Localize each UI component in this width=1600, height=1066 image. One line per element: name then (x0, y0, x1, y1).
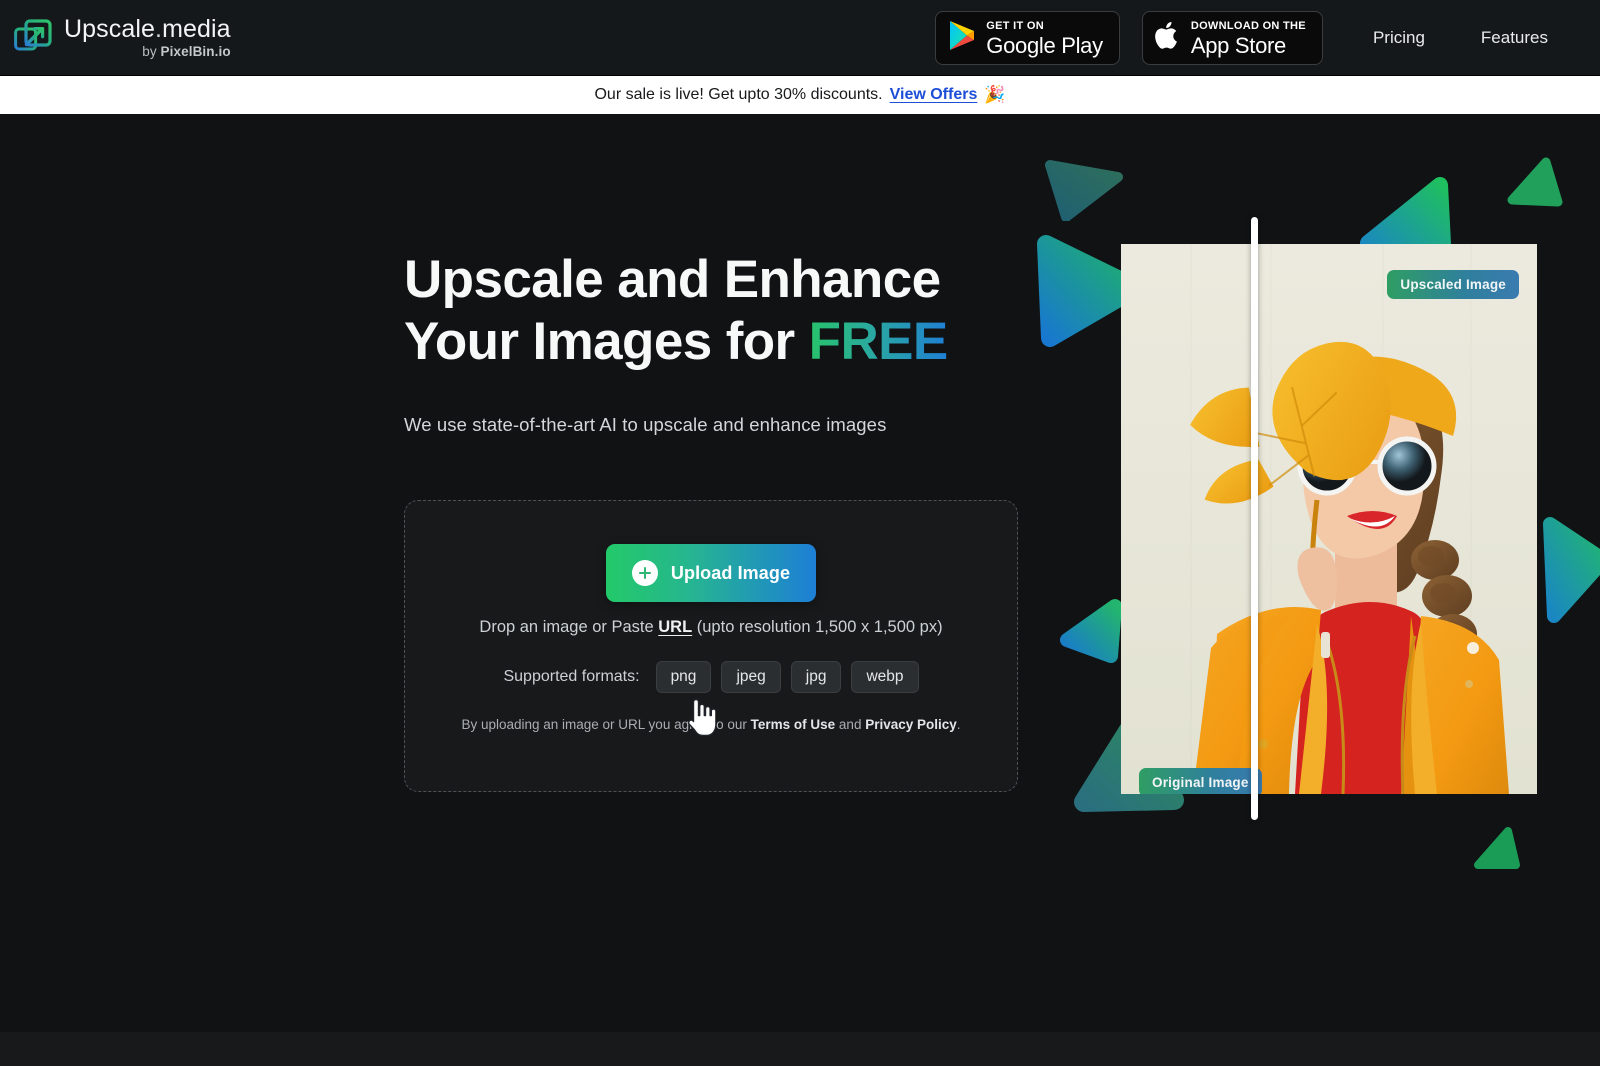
terms-prefix: By uploading an image or URL you agree t… (461, 717, 751, 732)
app-store-label: Download on the App Store (1191, 17, 1306, 58)
original-image-badge: Original Image (1139, 768, 1262, 794)
page-root: Upscale.media by PixelBin.io GET IT ON G… (0, 0, 1600, 1066)
decorative-triangle-4 (1507, 157, 1563, 207)
brand-by-prefix: by (142, 43, 161, 59)
brand-subtitle: by PixelBin.io (64, 45, 231, 59)
decorative-triangle-1 (1045, 160, 1123, 221)
apple-logo-icon (1154, 20, 1181, 56)
brand-parent: PixelBin.io (160, 43, 231, 59)
format-chip-png: png (655, 661, 712, 693)
upscaled-image-badge: Upscaled Image (1387, 270, 1519, 299)
decorative-triangle-8 (1543, 517, 1600, 623)
app-store-badge[interactable]: Download on the App Store (1141, 10, 1323, 65)
supported-formats-label: Supported formats: (503, 668, 640, 685)
app-store-big-text: App Store (1190, 33, 1286, 58)
page-subtitle: We use state-of-the-art AI to upscale an… (404, 414, 887, 435)
hero-comparison-artwork: Upscaled Image Original Image (1022, 114, 1600, 1032)
party-popper-icon: 🎉 (984, 85, 1006, 104)
upload-image-button-label: Upload Image (670, 562, 791, 583)
brand-logo[interactable]: Upscale.media by PixelBin.io (14, 14, 231, 59)
app-store-small-text: Download on the (1190, 20, 1306, 33)
google-play-big-text: Google Play (986, 33, 1103, 58)
hero-left-column: Upscale and Enhance Your Images for FREE… (0, 114, 1044, 1032)
drop-text-suffix: (upto resolution 1,500 x 1,500 px) (692, 618, 943, 636)
google-play-small-text: GET IT ON (986, 20, 1044, 33)
upload-image-button[interactable]: Upload Image (606, 544, 816, 602)
page-title: Upscale and Enhance Your Images for FREE (404, 249, 1024, 373)
format-chip-webp: webp (851, 661, 919, 693)
comparison-photo[interactable]: Upscaled Image Original Image (1121, 244, 1537, 794)
announcement-text: Our sale is live! Get upto 30% discounts… (594, 86, 883, 103)
supported-formats-row: Supported formats: png jpeg jpg webp (405, 661, 1017, 693)
brand-text: Upscale.media by PixelBin.io (64, 14, 231, 59)
plus-circle-icon (631, 560, 658, 586)
page-bottom-strip (0, 1032, 1600, 1066)
upscale-arrow-logo-icon (14, 18, 52, 57)
google-play-label: GET IT ON Google Play (986, 17, 1103, 58)
privacy-policy-link[interactable]: Privacy Policy (865, 717, 957, 732)
comparison-slider-handle[interactable] (1251, 217, 1258, 820)
nav-item-features[interactable]: Features (1453, 28, 1576, 48)
terms-of-use-link[interactable]: Terms of Use (751, 717, 836, 732)
nav-item-pricing[interactable]: Pricing (1345, 28, 1453, 48)
view-offers-link[interactable]: View Offers (890, 86, 978, 104)
hero-section: Upscale and Enhance Your Images for FREE… (0, 114, 1600, 1032)
brand-title: Upscale.media (64, 14, 231, 43)
site-header: Upscale.media by PixelBin.io GET IT ON G… (0, 0, 1600, 76)
announcement-bar: Our sale is live! Get upto 30% discounts… (0, 76, 1600, 114)
google-play-icon (948, 20, 976, 56)
header-actions: GET IT ON Google Play Download on the Ap… (935, 10, 1600, 65)
drop-instructions: Drop an image or Paste URL (upto resolut… (405, 618, 1017, 637)
comparison-photo-image (1121, 244, 1537, 794)
paste-url-link[interactable]: URL (658, 618, 692, 636)
terms-notice: By uploading an image or URL you agree t… (405, 717, 1017, 732)
terms-join: and (835, 717, 866, 732)
headline-line-2-prefix: Your Images for (404, 312, 809, 371)
drop-text-prefix: Drop an image or Paste (479, 618, 659, 636)
google-play-badge[interactable]: GET IT ON Google Play (935, 10, 1120, 65)
decorative-triangle-7 (1474, 827, 1520, 869)
brand-name-main: Upscale (64, 14, 156, 43)
format-chip-jpg: jpg (790, 661, 842, 693)
brand-name-suffix: media (162, 14, 231, 43)
format-chip-jpeg: jpeg (721, 661, 781, 693)
terms-suffix: . (956, 717, 961, 732)
upload-dropzone[interactable]: Upload Image Drop an image or Paste URL … (404, 500, 1018, 792)
headline-line-1: Upscale and Enhance (404, 250, 941, 309)
headline-highlight-free: FREE (808, 312, 949, 371)
